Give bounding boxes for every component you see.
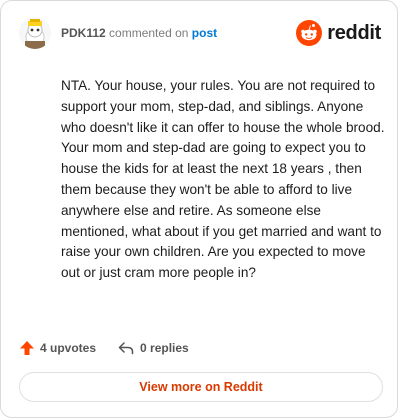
reddit-alien-icon [296, 20, 323, 46]
avatar[interactable] [19, 17, 51, 49]
upvote-count: 4 upvotes [40, 341, 97, 355]
view-more-button[interactable]: View more on Reddit [19, 372, 383, 402]
reply-icon [118, 342, 134, 355]
replies-button[interactable]: 0 replies [118, 340, 189, 356]
comment-footer: 4 upvotes 0 replies [19, 337, 189, 359]
upvote-button[interactable]: 4 upvotes [19, 340, 96, 356]
upvote-arrow-icon [20, 341, 34, 355]
replies-count: 0 replies [140, 341, 189, 355]
avatar-icon [19, 17, 51, 49]
post-link[interactable]: post [192, 26, 217, 40]
username[interactable]: PDK112 [61, 26, 106, 40]
action-text: commented on [109, 26, 189, 40]
comment-meta: PDK112 commented on post [61, 26, 217, 40]
comment-header: PDK112 commented on post reddit [19, 17, 381, 51]
comment-body: NTA. Your house, your rules. You are not… [61, 78, 385, 281]
comment-card: PDK112 commented on post reddit NTA. You… [0, 0, 398, 418]
reddit-wordmark: reddit [327, 21, 381, 44]
reddit-brand[interactable]: reddit [296, 19, 381, 47]
